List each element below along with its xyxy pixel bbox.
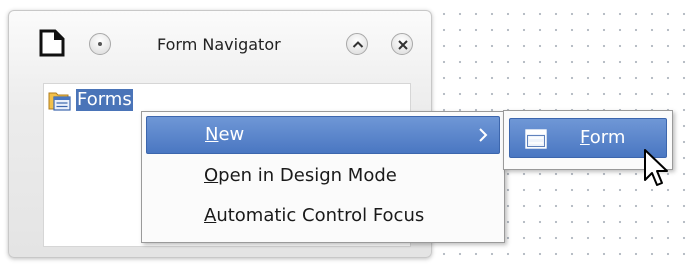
context-menu: New Open in Design Mode Automatic Contro…	[141, 111, 505, 243]
submenu-item-form-label: Form	[580, 127, 626, 148]
menu-item-new-label: New	[205, 124, 245, 145]
tree-item-label: Forms	[76, 89, 133, 111]
tree-item-forms[interactable]: Forms	[48, 88, 133, 112]
mouse-pointer-icon	[644, 149, 668, 186]
close-icon	[398, 40, 408, 50]
title-bar[interactable]: Form Navigator	[9, 11, 431, 73]
window-title: Form Navigator	[157, 35, 281, 54]
forms-folder-icon	[48, 92, 71, 111]
form-icon	[525, 129, 547, 149]
document-icon	[39, 29, 65, 57]
window-menu-button[interactable]	[89, 33, 111, 55]
menu-item-new[interactable]: New	[146, 116, 500, 154]
menu-item-focus-label: Automatic Control Focus	[204, 205, 425, 226]
close-button[interactable]	[391, 33, 413, 55]
chevron-up-icon	[352, 41, 364, 48]
shade-button[interactable]	[346, 33, 368, 55]
design-canvas[interactable]: Form Navigator Forms New Open in Design …	[0, 0, 688, 267]
menu-item-open-label: Open in Design Mode	[204, 165, 397, 186]
menu-item-open-in-design-mode[interactable]: Open in Design Mode	[146, 158, 500, 196]
menu-item-automatic-control-focus[interactable]: Automatic Control Focus	[146, 198, 500, 236]
chevron-right-icon	[479, 128, 488, 142]
